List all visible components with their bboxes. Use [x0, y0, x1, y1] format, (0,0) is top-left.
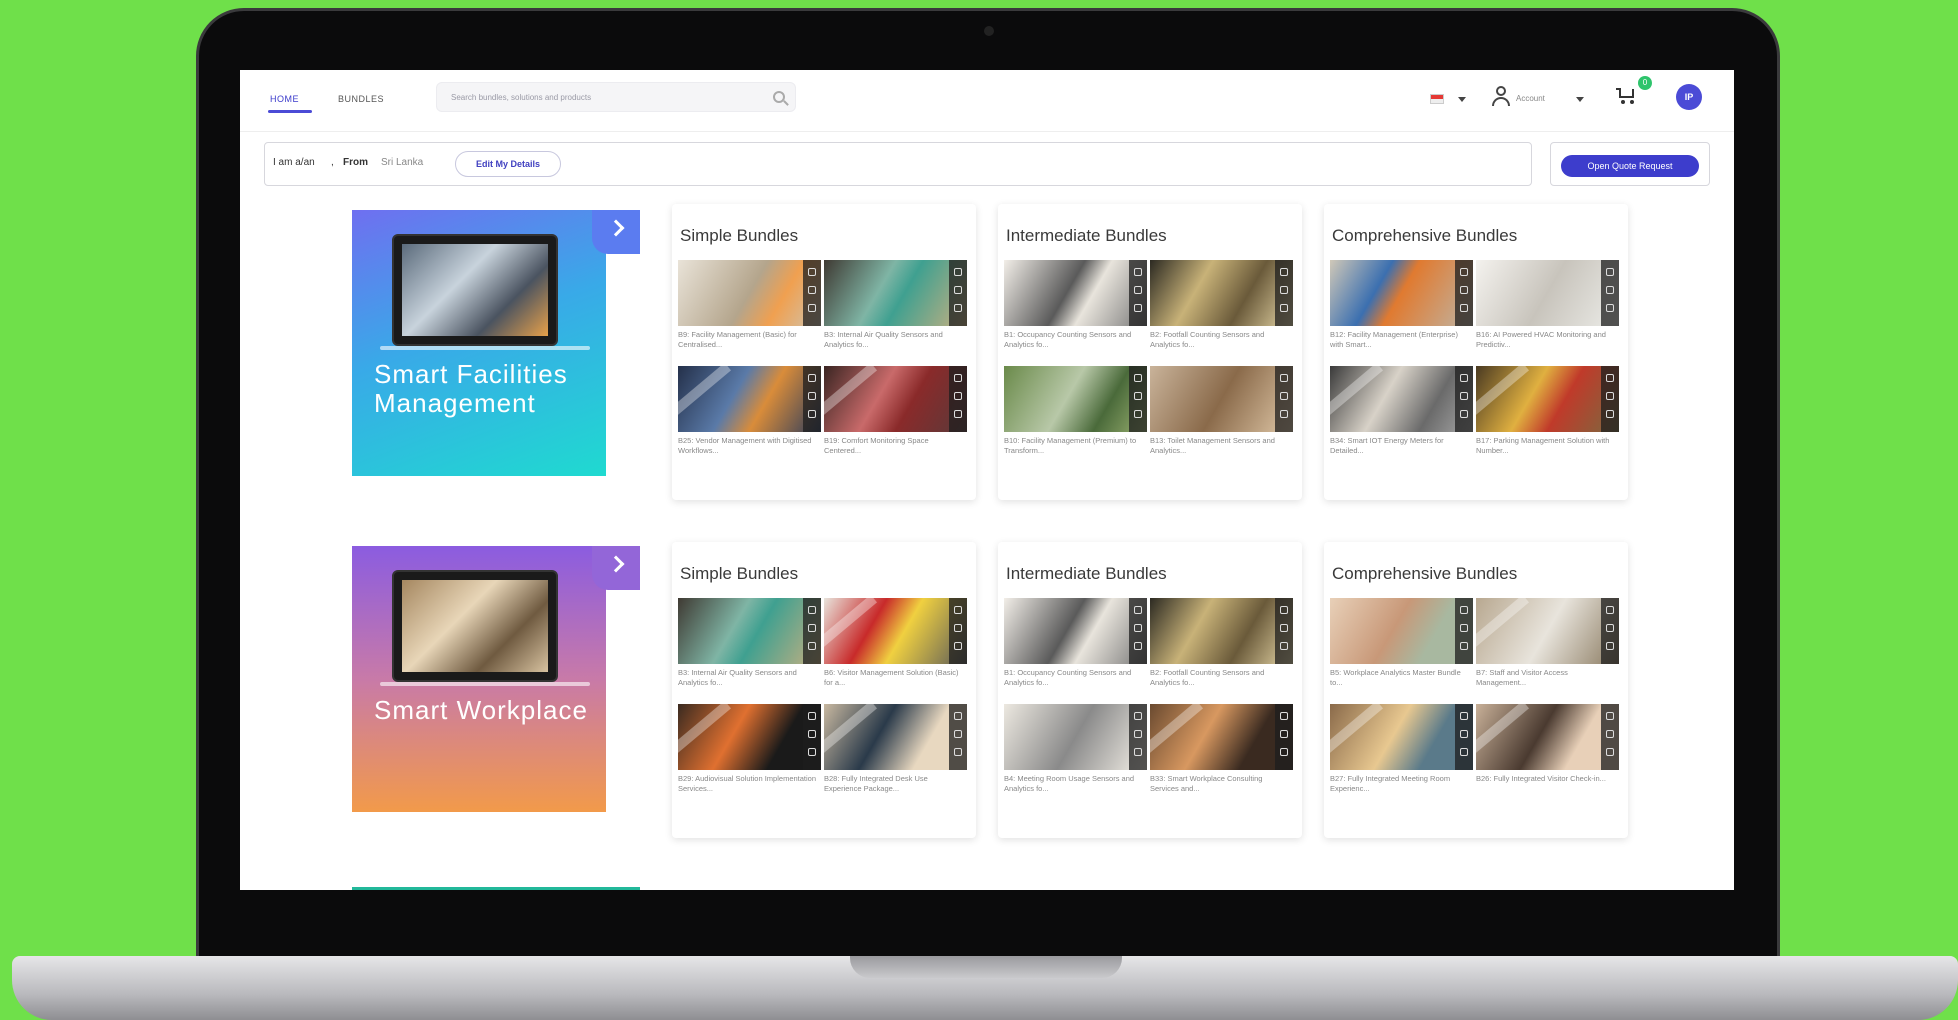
bundle-caption[interactable]: B10: Facility Management (Premium) to Tr…: [1004, 436, 1147, 456]
bundle-caption[interactable]: B25: Vendor Management with Digitised Wo…: [678, 436, 821, 456]
search-input[interactable]: Search bundles, solutions and products: [451, 93, 591, 102]
chevron-down-icon[interactable]: [1576, 97, 1584, 102]
quote-request-container: Open Quote Request: [1550, 142, 1710, 186]
card-title: Intermediate Bundles: [1006, 564, 1167, 583]
bundle-card-comprehensive: Comprehensive Bundles B5: Workplace Anal…: [1324, 542, 1628, 838]
bundle-thumbnail[interactable]: [1476, 260, 1619, 326]
bundle-caption[interactable]: B27: Fully Integrated Meeting Room Exper…: [1330, 774, 1473, 794]
tab-bundles[interactable]: BUNDLES: [338, 94, 384, 104]
bundle-thumbnail[interactable]: [824, 704, 967, 770]
bundle-caption[interactable]: B33: Smart Workplace Consulting Services…: [1150, 774, 1293, 794]
chevron-down-icon[interactable]: [1458, 97, 1466, 102]
bundle-caption[interactable]: B3: Internal Air Quality Sensors and Ana…: [824, 330, 967, 350]
card-title: Simple Bundles: [680, 564, 799, 583]
bundle-thumbnail[interactable]: [678, 704, 821, 770]
bundle-caption[interactable]: B1: Occupancy Counting Sensors and Analy…: [1004, 330, 1147, 350]
edit-details-button[interactable]: Edit My Details: [455, 151, 561, 177]
bundle-thumbnail[interactable]: [824, 260, 967, 326]
bundle-thumbnail[interactable]: [1476, 598, 1619, 664]
bundle-thumbnail[interactable]: [1150, 366, 1293, 432]
webcam: [984, 26, 994, 36]
bundle-thumbnail[interactable]: [1330, 260, 1473, 326]
bundle-thumbnail[interactable]: [1150, 704, 1293, 770]
bundle-thumbnail[interactable]: [1476, 704, 1619, 770]
bundle-caption[interactable]: B16: AI Powered HVAC Monitoring and Pred…: [1476, 330, 1619, 350]
user-icon[interactable]: [1492, 86, 1510, 106]
bundle-caption[interactable]: B12: Facility Management (Enterprise) wi…: [1330, 330, 1473, 350]
next-category-tile[interactable]: [352, 887, 640, 890]
card-title: Comprehensive Bundles: [1332, 564, 1518, 583]
bundle-caption[interactable]: B29: Audiovisual Solution Implementation…: [678, 774, 821, 794]
bundle-thumbnail[interactable]: [1330, 366, 1473, 432]
top-navigation: HOME BUNDLES Search bundles, solutions a…: [240, 70, 1734, 132]
bundle-thumbnail[interactable]: [1330, 704, 1473, 770]
bundle-caption[interactable]: B17: Parking Management Solution with Nu…: [1476, 436, 1619, 456]
laptop-hinge-notch: [850, 956, 1122, 978]
bundle-thumbnail[interactable]: [1150, 598, 1293, 664]
from-value: Sri Lanka: [381, 157, 424, 168]
search-bar[interactable]: Search bundles, solutions and products: [436, 82, 796, 112]
bundle-thumbnail[interactable]: [1004, 260, 1147, 326]
bundle-thumbnail[interactable]: [824, 366, 967, 432]
bundle-card-simple: Simple Bundles B9: Facility Management (…: [672, 204, 976, 500]
bundle-caption[interactable]: B2: Footfall Counting Sensors and Analyt…: [1150, 668, 1293, 688]
category-title: Smart Workplace: [374, 695, 588, 725]
comma-separator: ,: [331, 157, 334, 168]
laptop-image: [392, 234, 558, 346]
cart-count-badge: 0: [1638, 76, 1652, 90]
laptop-image: [392, 570, 558, 682]
search-icon[interactable]: [773, 91, 785, 103]
bundle-caption[interactable]: B1: Occupancy Counting Sensors and Analy…: [1004, 668, 1147, 688]
country-flag-icon[interactable]: [1430, 94, 1444, 104]
bundle-thumbnail[interactable]: [1330, 598, 1473, 664]
bundle-card-comprehensive: Comprehensive Bundles B12: Facility Mana…: [1324, 204, 1628, 500]
category-tile-smart-workplace[interactable]: Smart Workplace: [352, 546, 640, 812]
bundle-thumbnail[interactable]: [678, 260, 821, 326]
card-title: Intermediate Bundles: [1006, 226, 1167, 245]
bundle-caption[interactable]: B13: Toilet Management Sensors and Analy…: [1150, 436, 1293, 456]
category-tile-smart-facilities[interactable]: Smart Facilities Management: [352, 210, 640, 476]
bundle-card-intermediate: Intermediate Bundles B1: Occupancy Count…: [998, 542, 1302, 838]
bundle-caption[interactable]: B4: Meeting Room Usage Sensors and Analy…: [1004, 774, 1147, 794]
bundle-thumbnail[interactable]: [1004, 704, 1147, 770]
bundle-thumbnail[interactable]: [1004, 366, 1147, 432]
bundle-caption[interactable]: B3: Internal Air Quality Sensors and Ana…: [678, 668, 821, 688]
bundle-caption[interactable]: B34: Smart IOT Energy Meters for Detaile…: [1330, 436, 1473, 456]
bundle-caption[interactable]: B2: Footfall Counting Sensors and Analyt…: [1150, 330, 1293, 350]
bundle-thumbnail[interactable]: [1476, 366, 1619, 432]
bundle-thumbnail[interactable]: [1150, 260, 1293, 326]
user-context-bar: I am a/an , From Sri Lanka Edit My Detai…: [264, 142, 1532, 186]
from-label: From: [343, 157, 368, 168]
card-title: Comprehensive Bundles: [1332, 226, 1518, 245]
active-tab-indicator: [268, 110, 312, 113]
card-title: Simple Bundles: [680, 226, 799, 245]
bundle-caption[interactable]: B7: Staff and Visitor Access Management.…: [1476, 668, 1619, 688]
bundle-caption[interactable]: B5: Workplace Analytics Master Bundle to…: [1330, 668, 1473, 688]
bundle-caption[interactable]: B28: Fully Integrated Desk Use Experienc…: [824, 774, 967, 794]
bundle-caption[interactable]: B9: Facility Management (Basic) for Cent…: [678, 330, 821, 350]
account-label[interactable]: Account: [1516, 94, 1545, 103]
app-screen: HOME BUNDLES Search bundles, solutions a…: [240, 70, 1734, 890]
open-quote-request-button[interactable]: Open Quote Request: [1561, 155, 1699, 177]
avatar[interactable]: IP: [1676, 84, 1702, 110]
bundle-caption[interactable]: B6: Visitor Management Solution (Basic) …: [824, 668, 967, 688]
i-am-label: I am a/an: [273, 157, 315, 168]
bundle-card-intermediate: Intermediate Bundles B1: Occupancy Count…: [998, 204, 1302, 500]
bundle-caption[interactable]: B19: Comfort Monitoring Space Centered..…: [824, 436, 967, 456]
bundle-caption[interactable]: B26: Fully Integrated Visitor Check-in..…: [1476, 774, 1619, 794]
bundle-thumbnail[interactable]: [678, 598, 821, 664]
bundle-thumbnail[interactable]: [1004, 598, 1147, 664]
cart-icon[interactable]: [1616, 86, 1636, 104]
category-title: Smart Facilities Management: [374, 359, 568, 418]
bundle-thumbnail[interactable]: [678, 366, 821, 432]
bundle-thumbnail[interactable]: [824, 598, 967, 664]
bundle-card-simple: Simple Bundles B3: Internal Air Quality …: [672, 542, 976, 838]
tab-home[interactable]: HOME: [270, 94, 299, 104]
